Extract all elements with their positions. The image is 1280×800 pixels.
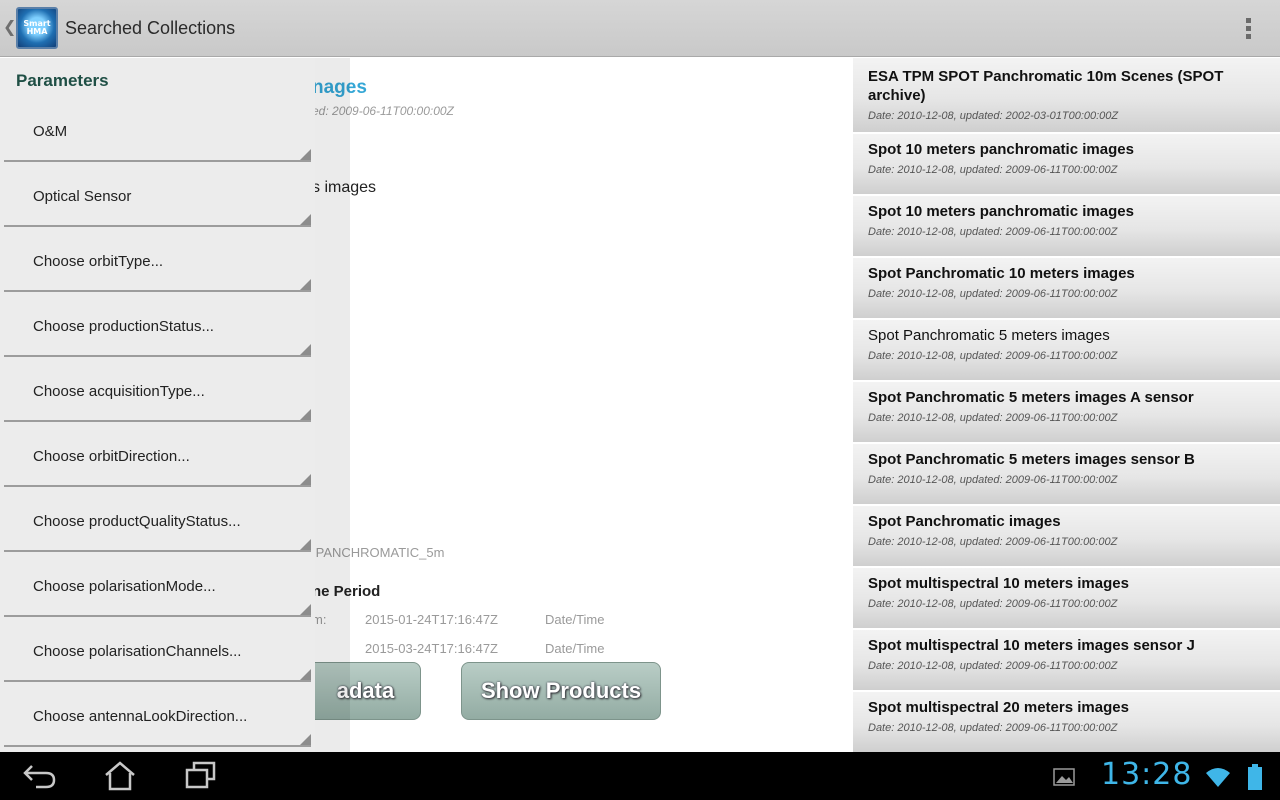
spinner-corner-arrow-icon <box>300 279 311 290</box>
parameter-spinner[interactable]: O&M <box>4 97 311 162</box>
collection-list-item[interactable]: Spot Panchromatic 5 meters images A sens… <box>853 382 1280 442</box>
recent-apps-icon[interactable] <box>180 760 220 792</box>
collection-list-item[interactable]: Spot Panchromatic 5 meters images sensor… <box>853 444 1280 504</box>
collection-date: Date: 2010-12-08, updated: 2009-06-11T00… <box>868 474 1118 486</box>
collection-date: Date: 2010-12-08, updated: 2009-06-11T00… <box>868 412 1118 424</box>
collections-list: ESA TPM SPOT Panchromatic 10m Scenes (SP… <box>853 58 1280 752</box>
parameter-spinner-label: Choose productionStatus... <box>33 318 214 335</box>
collection-date: Date: 2010-12-08, updated: 2009-06-11T00… <box>868 164 1118 176</box>
up-caret-icon[interactable]: ❮ <box>3 17 16 37</box>
spinner-corner-arrow-icon <box>300 409 311 420</box>
collection-list-item[interactable]: Spot multispectral 10 meters images Date:… <box>853 568 1280 628</box>
to-date-field[interactable]: 2015-03-24T17:16:47Z <box>365 641 498 656</box>
collection-date: Date: 2010-12-08, updated: 2002-03-01T00… <box>868 110 1119 122</box>
parameter-spinner-label: Choose polarisationMode... <box>33 578 216 595</box>
spinner-corner-arrow-icon <box>300 669 311 680</box>
collection-date: Date: 2010-12-08, updated: 2009-06-11T00… <box>868 598 1118 610</box>
parameter-spinner[interactable]: Choose acquisitionType... <box>4 357 311 422</box>
collection-date: Date: 2010-12-08, updated: 2009-06-11T00… <box>868 226 1118 238</box>
parameter-spinner-label: Choose acquisitionType... <box>33 383 205 400</box>
collection-title: Spot Panchromatic 5 meters images <box>868 327 1110 344</box>
spinner-corner-arrow-icon <box>300 149 311 160</box>
collection-title: Spot Panchromatic images <box>868 513 1061 530</box>
app-logo-text: Smart HMA <box>23 19 51 36</box>
home-icon[interactable] <box>100 760 140 792</box>
parameter-spinner[interactable]: Choose productionStatus... <box>4 292 311 357</box>
collection-title: Spot multispectral 20 meters images <box>868 699 1129 716</box>
collection-title: ESA TPM SPOT Panchromatic 10m Scenes (SP… <box>868 68 1224 104</box>
parameter-spinner-label: Optical Sensor <box>33 188 132 205</box>
collection-title: Spot Panchromatic 5 meters images sensor… <box>868 451 1195 468</box>
parameter-spinner-label: Choose orbitType... <box>33 253 164 270</box>
collection-date: Date: 2010-12-08, updated: 2009-06-11T00… <box>868 350 1118 362</box>
collection-title: Spot multispectral 10 meters images sens… <box>868 637 1195 654</box>
collection-title: Spot Panchromatic 10 meters images <box>868 265 1135 282</box>
parameter-spinner[interactable]: Choose orbitType... <box>4 227 311 292</box>
spinner-corner-arrow-icon <box>300 734 311 745</box>
collection-list-item[interactable]: Spot multispectral 20 meters images Date:… <box>853 692 1280 752</box>
collection-list-item[interactable]: ESA TPM SPOT Panchromatic 10m Scenes (SP… <box>853 58 1280 132</box>
app-window: ❮ Smart HMA Searched Collections nages e… <box>0 0 1280 800</box>
parameter-spinner-label: Choose orbitDirection... <box>33 448 190 465</box>
collection-title: Spot 10 meters panchromatic images <box>868 141 1134 158</box>
collection-list-item[interactable]: Spot 10 meters panchromatic images Date: … <box>853 134 1280 194</box>
wifi-icon <box>1206 768 1230 787</box>
parameter-spinner-label: Choose productQualityStatus... <box>33 513 241 530</box>
collection-list-item[interactable]: Spot multispectral 10 meters images sens… <box>853 630 1280 690</box>
spinner-corner-arrow-icon <box>300 604 311 615</box>
spinner-corner-arrow-icon <box>300 539 311 550</box>
status-clock: 13:28 <box>1101 757 1193 792</box>
collection-list-item[interactable]: Spot Panchromatic images Date: 2010-12-08… <box>853 506 1280 566</box>
collection-date: Date: 2010-12-08, updated: 2009-06-11T00… <box>868 536 1118 548</box>
parameter-spinner[interactable]: Choose antennaLookDirection... <box>4 682 311 747</box>
parameter-spinner[interactable]: Choose polarisationChannels... <box>4 617 311 682</box>
drawer-header: Parameters <box>16 71 109 90</box>
to-date-unit: Date/Time <box>545 641 605 656</box>
system-navigation-bar: 13:28 <box>0 752 1280 800</box>
from-date-field[interactable]: 2015-01-24T17:16:47Z <box>365 612 498 627</box>
parameter-spinner[interactable]: Choose orbitDirection... <box>4 422 311 487</box>
collection-date: Date: 2010-12-08, updated: 2009-06-11T00… <box>868 722 1118 734</box>
collection-title: Spot multispectral 10 meters images <box>868 575 1129 592</box>
collection-list-item[interactable]: Spot 10 meters panchromatic images Date: … <box>853 196 1280 256</box>
show-products-button[interactable]: Show Products <box>461 662 661 720</box>
parameter-spinner-label: O&M <box>33 123 68 140</box>
collection-date: Date: 2010-12-08, updated: 2009-06-11T00… <box>868 288 1118 300</box>
back-icon[interactable] <box>20 760 60 792</box>
from-date-unit: Date/Time <box>545 612 605 627</box>
parameter-spinner[interactable]: Choose polarisationMode... <box>4 552 311 617</box>
collection-date: Date: 2010-12-08, updated: 2009-06-11T00… <box>868 660 1118 672</box>
parameter-spinner[interactable]: Choose productQualityStatus... <box>4 487 311 552</box>
overflow-menu-icon[interactable] <box>1240 15 1256 41</box>
parameter-spinner-label: Choose polarisationChannels... <box>33 643 242 660</box>
parameter-spinner[interactable]: Optical Sensor <box>4 162 311 227</box>
drawer-scrim[interactable] <box>315 58 350 752</box>
gallery-icon <box>1053 768 1075 786</box>
parameter-spinner-label: Choose antennaLookDirection... <box>33 708 248 725</box>
collection-list-item[interactable]: Spot Panchromatic 5 meters images Date: 2… <box>853 320 1280 380</box>
collection-title: Spot 10 meters panchromatic images <box>868 203 1134 220</box>
parameters-drawer: Parameters O&M Optical Sensor Choose orbit… <box>0 58 315 752</box>
page-title: Searched Collections <box>65 18 236 38</box>
spinner-corner-arrow-icon <box>300 474 311 485</box>
spinner-corner-arrow-icon <box>300 344 311 355</box>
collection-list-item[interactable]: Spot Panchromatic 10 meters images Date: … <box>853 258 1280 318</box>
app-logo[interactable]: Smart HMA <box>16 7 58 49</box>
spinner-corner-arrow-icon <box>300 214 311 225</box>
battery-icon <box>1248 764 1262 790</box>
action-bar: ❮ Smart HMA Searched Collections <box>0 0 1280 57</box>
collection-title: Spot Panchromatic 5 meters images A sens… <box>868 389 1194 406</box>
